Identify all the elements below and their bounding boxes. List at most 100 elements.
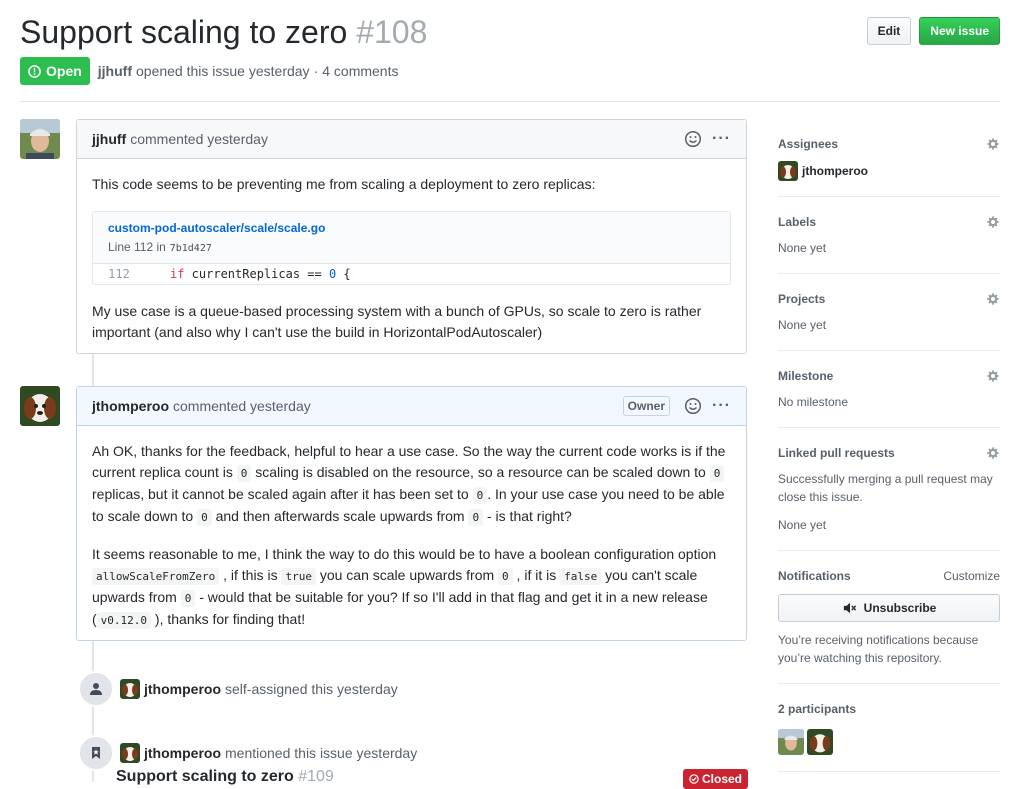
issue-author-link[interactable]: jjhuff — [98, 63, 132, 79]
sidebar-heading: Projects — [778, 290, 1000, 308]
issue-title: Support scaling to zero #108 — [20, 12, 427, 52]
participant-avatar[interactable] — [778, 729, 804, 755]
issue-title-text: Support scaling to zero — [20, 14, 348, 50]
text-run: , if this is — [219, 567, 282, 583]
inline-code: 0 — [472, 487, 488, 504]
inline-code: true — [281, 568, 316, 585]
sidebar-labels: Labels None yet — [778, 197, 1000, 274]
snippet-file-link[interactable]: custom-pod-autoscaler/scale/scale.go — [108, 220, 715, 236]
closed-state-badge: Closed — [683, 769, 749, 789]
comment-body: Ah OK, thanks for the feedback, helpful … — [77, 426, 746, 646]
linked-prs-description: Successfully merging a pull request may … — [778, 472, 993, 504]
event-text: mentioned this issue yesterday — [225, 745, 418, 761]
mute-icon — [843, 602, 856, 614]
sidebar-heading: Labels — [778, 213, 1000, 231]
snippet-code-row: 112 if currentReplicas == 0 { — [93, 264, 730, 284]
snippet-header: custom-pod-autoscaler/scale/scale.go Lin… — [93, 212, 730, 264]
comment-timestamp[interactable]: commented yesterday — [130, 131, 268, 147]
inline-code: 0 — [709, 465, 725, 482]
inline-code: 0 — [468, 509, 484, 526]
avatar-jthomperoo-image — [20, 386, 60, 426]
unsubscribe-button[interactable]: Unsubscribe — [778, 594, 1000, 622]
event-author-link[interactable]: jthomperoo — [144, 745, 221, 761]
inline-code: v0.12.0 — [96, 612, 152, 629]
comment-text: It seems reasonable to me, I think the w… — [92, 544, 731, 631]
text-run: It seems reasonable to me, I think the w… — [92, 546, 717, 562]
sidebar-heading-label: Labels — [778, 215, 817, 229]
gear-icon[interactable] — [986, 446, 1000, 460]
gear-icon[interactable] — [986, 215, 1000, 229]
text-run: - is that right? — [483, 508, 572, 524]
gear-icon[interactable] — [986, 137, 1000, 151]
inline-code: 0 — [498, 568, 513, 585]
avatar-jjhuff-image — [20, 119, 60, 159]
sidebar-heading-label: Linked pull requests — [778, 446, 895, 460]
sidebar-heading: 2 participants — [778, 700, 1000, 718]
inline-code: false — [560, 568, 602, 585]
avatar[interactable] — [120, 679, 140, 699]
new-issue-button[interactable]: New issue — [919, 17, 1000, 45]
event-author-link[interactable]: jthomperoo — [144, 681, 221, 697]
milestone-value: No milestone — [778, 395, 849, 409]
comment-author-link[interactable]: jjhuff — [92, 131, 126, 147]
issue-opened-icon — [28, 64, 41, 78]
issue-state-badge: Open — [20, 57, 90, 85]
edit-button[interactable]: Edit — [866, 17, 912, 45]
avatar[interactable] — [20, 119, 60, 159]
snippet-line-label: Line 112 in — [108, 240, 166, 254]
avatar[interactable] — [120, 743, 140, 763]
sidebar-milestone: Milestone No milestone — [778, 351, 1000, 428]
issue-state-label: Open — [46, 63, 82, 79]
event-text: self-assigned this yesterday — [225, 681, 398, 697]
code-text: { — [336, 267, 351, 281]
inline-code: allowScaleFromZero — [92, 568, 220, 585]
code-snippet: custom-pod-autoscaler/scale/scale.go Lin… — [92, 211, 731, 285]
referenced-issue-link[interactable]: Support scaling to zero #109 — [116, 768, 334, 786]
gear-icon[interactable] — [986, 369, 1000, 383]
customize-link[interactable]: Customize — [943, 567, 1000, 585]
comment-text: My use case is a queue-based processing … — [92, 303, 702, 340]
comment-jthomperoo: jthomperoo commented yesterday Owner ···… — [76, 386, 747, 641]
participants-list — [778, 729, 1000, 755]
comment-header: jjhuff commented yesterday ··· — [77, 120, 746, 159]
more-options-icon[interactable]: ··· — [712, 130, 731, 148]
meta-separator: · — [313, 63, 319, 79]
code-keyword: if — [170, 267, 185, 281]
assignee-item[interactable]: jthomperoo — [778, 161, 1000, 181]
sidebar-heading-label: Milestone — [778, 369, 834, 383]
closed-state-label: Closed — [702, 772, 743, 786]
unsubscribe-label: Unsubscribe — [863, 601, 937, 615]
sidebar-assignees: Assignees jthomperoo — [778, 119, 1000, 197]
sidebar-heading: Linked pull requests — [778, 444, 1000, 462]
inline-code: 0 — [236, 465, 252, 482]
participant-avatar[interactable] — [807, 729, 833, 755]
assignee-name[interactable]: jthomperoo — [802, 164, 868, 178]
referenced-issue-title: Support scaling to zero — [116, 768, 294, 785]
text-run: ), thanks for finding that! — [151, 611, 306, 627]
notifications-reason: You’re receiving notifications because y… — [778, 633, 979, 665]
comment-timestamp[interactable]: commented yesterday — [173, 398, 311, 414]
text-run: and then afterwards scale upwards from — [211, 508, 469, 524]
snippet-commit-link[interactable]: 7b1d427 — [170, 243, 212, 254]
event-badge — [78, 735, 114, 771]
sidebar-heading: Notifications Customize — [778, 567, 1000, 585]
more-options-icon[interactable]: ··· — [712, 397, 731, 415]
inline-code: 0 — [197, 509, 212, 526]
avatar[interactable] — [778, 161, 798, 181]
text-run: replicas, but it cannot be scaled again … — [92, 486, 473, 502]
smiley-icon[interactable] — [684, 130, 702, 148]
smiley-icon[interactable] — [684, 397, 702, 415]
bookmark-icon — [92, 747, 100, 759]
comment-body: This code seems to be preventing me from… — [77, 159, 746, 358]
timeline-event-mentioned: jthomperoo mentioned this issue yesterda… — [78, 735, 417, 771]
gear-icon[interactable] — [986, 292, 1000, 306]
sidebar-linked-prs: Linked pull requests Successfully mergin… — [778, 428, 1000, 551]
comment-jjhuff: jjhuff commented yesterday ··· This code… — [76, 119, 747, 354]
avatar-jthomperoo-image — [778, 161, 798, 181]
avatar[interactable] — [20, 386, 60, 426]
linked-prs-value: None yet — [778, 518, 827, 532]
line-number[interactable]: 112 — [93, 264, 145, 284]
person-icon — [90, 683, 102, 695]
comment-author-link[interactable]: jthomperoo — [92, 398, 169, 414]
comment-text: This code seems to be preventing me from… — [92, 176, 596, 192]
